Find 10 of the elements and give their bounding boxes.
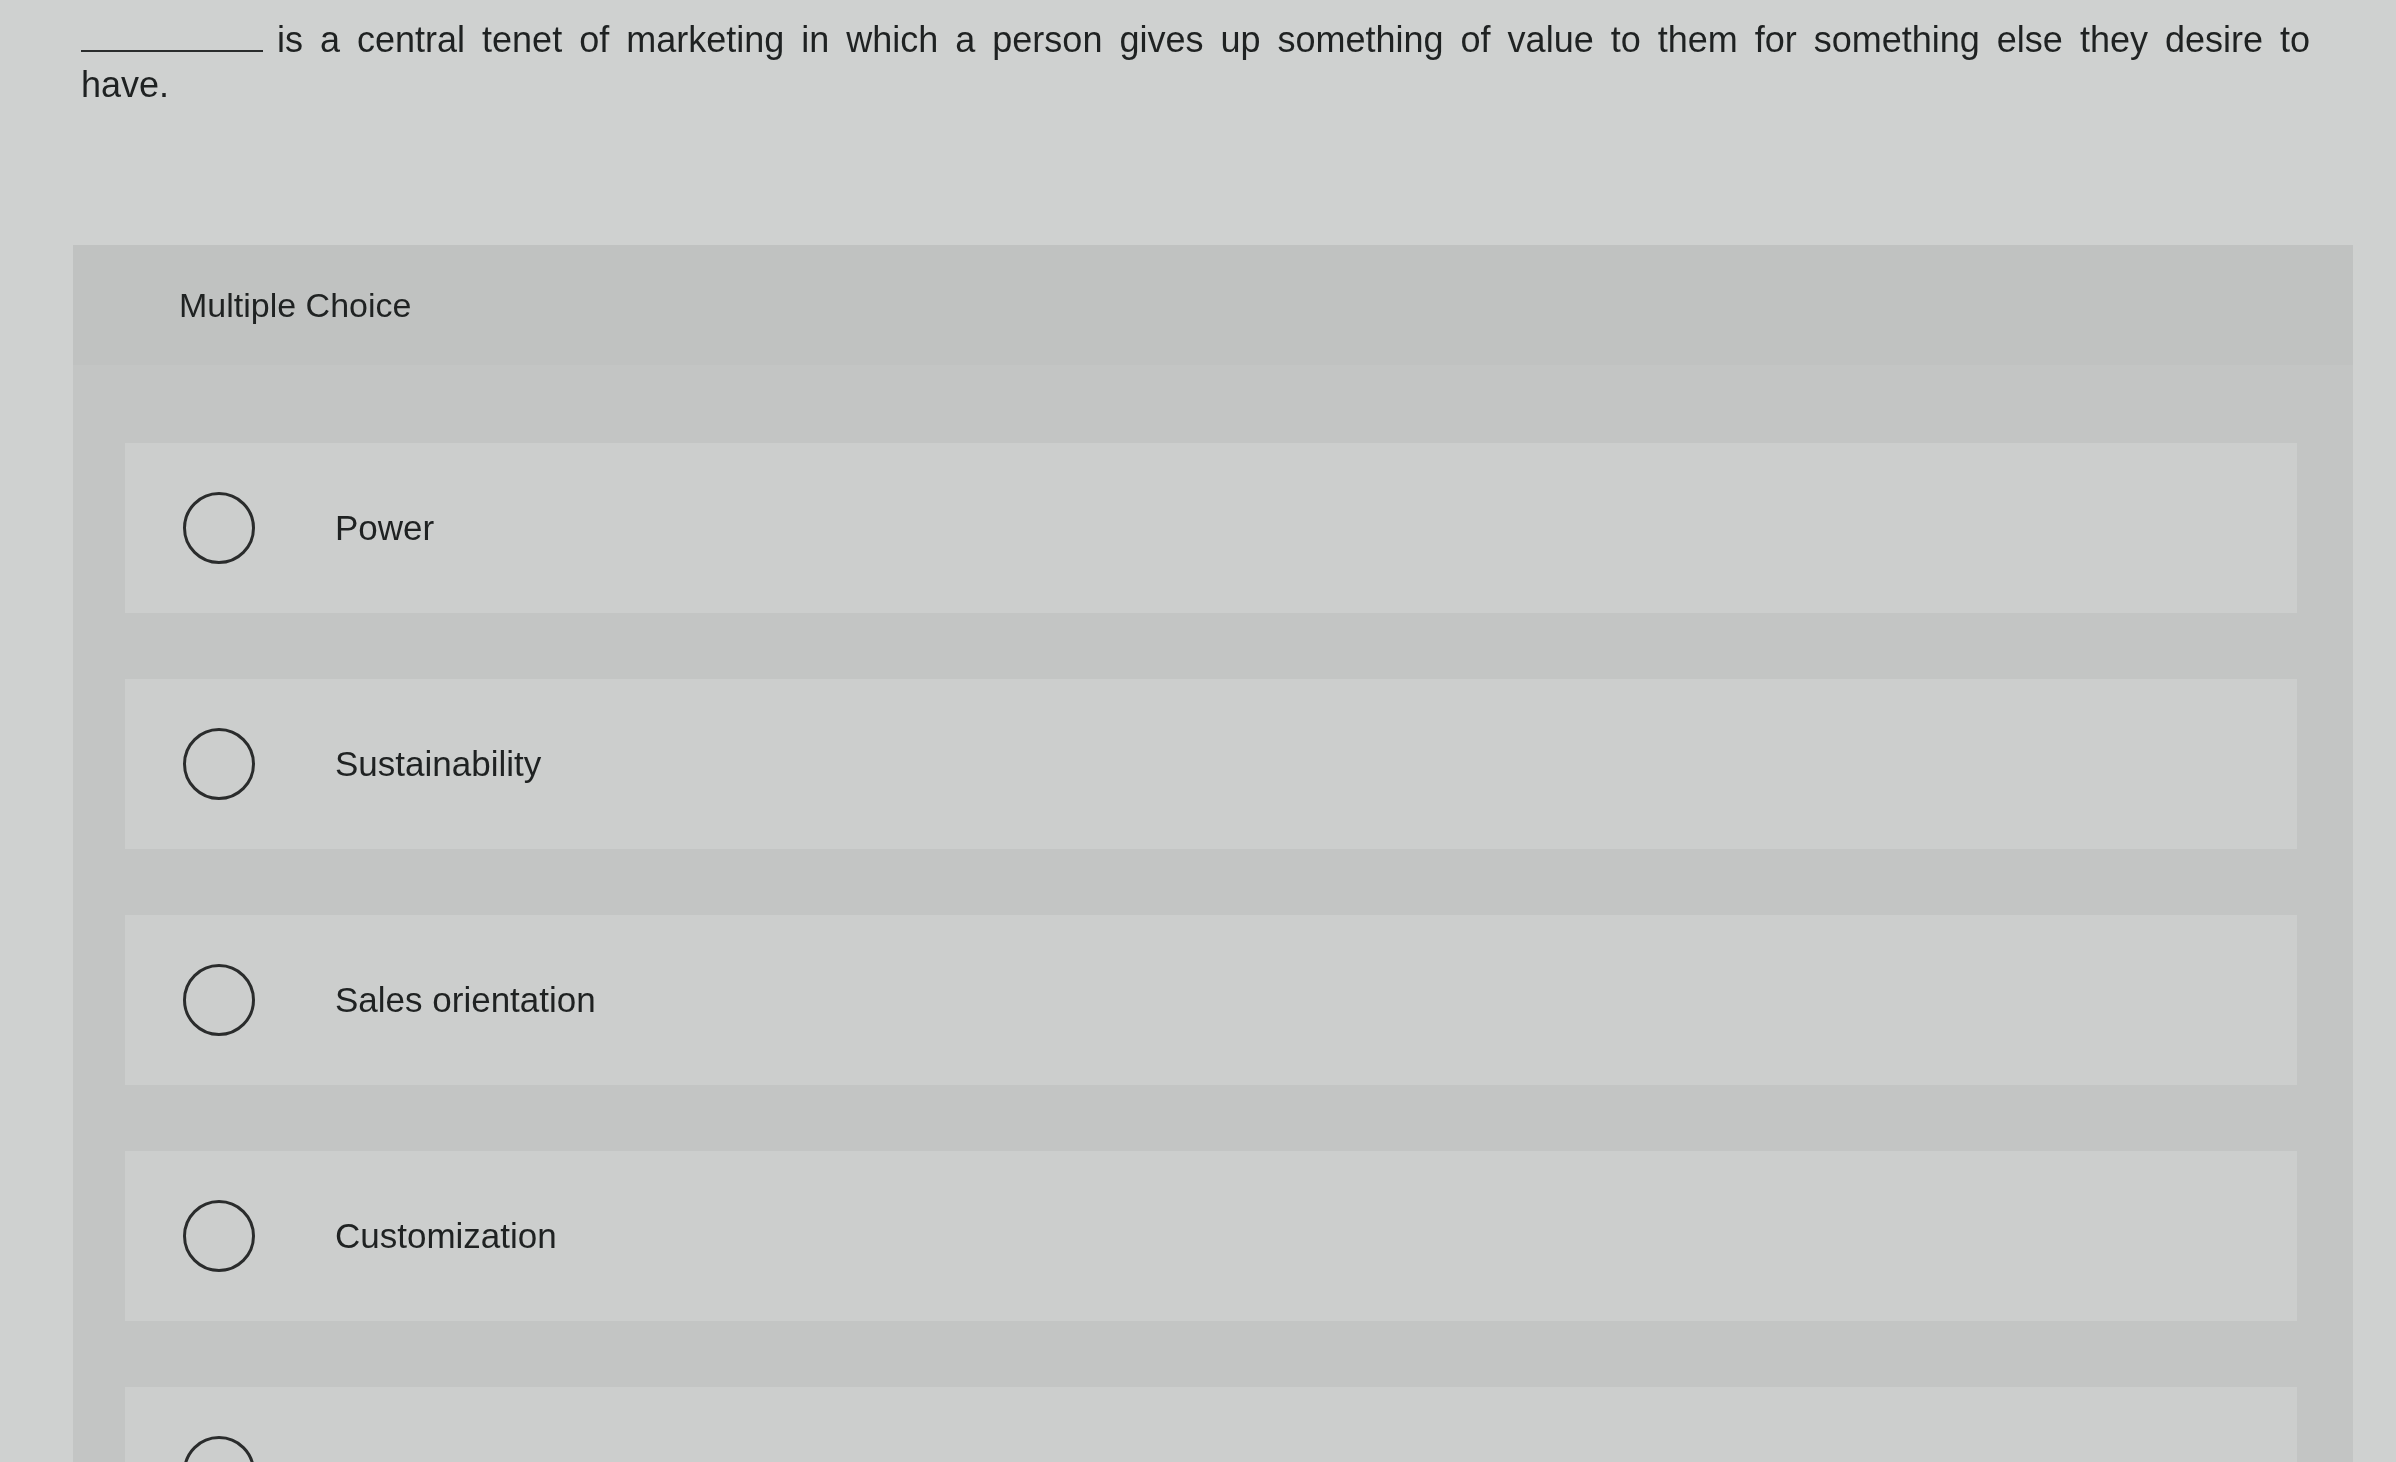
option-label: Sales orientation [335,978,596,1021]
radio-button[interactable] [183,728,255,800]
radio-button[interactable] [183,1200,255,1272]
option-label: Sustainability [335,742,542,785]
option-label: Customization [335,1214,557,1257]
option-label: Power [335,506,435,549]
question-text: is a central tenet of marketing in which a person gives up something of value to them for something else they desire to have. [81,18,2311,107]
question-type-label: Multiple Choice [179,284,412,326]
radio-button[interactable] [183,964,255,1036]
radio-button[interactable] [183,492,255,564]
